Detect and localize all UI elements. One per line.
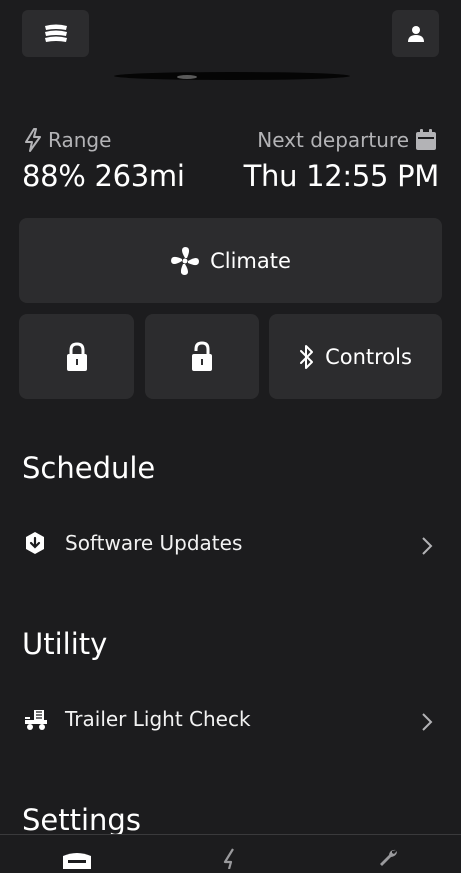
departure-value: Thu 12:55 PM [243, 159, 440, 193]
departure-label-row: Next departure [257, 128, 437, 152]
calendar-icon [416, 129, 436, 150]
unlock-icon [192, 340, 212, 371]
software-updates-label: Software Updates [65, 531, 243, 555]
profile-button[interactable] [392, 10, 439, 57]
vehicle-tab-icon [63, 853, 91, 869]
unlock-button[interactable] [145, 314, 259, 399]
vehicle-image [112, 68, 352, 80]
tab-charging[interactable] [210, 848, 250, 870]
departure-label: Next departure [257, 128, 409, 152]
trailer-light-check-row[interactable]: Trailer Light Check [0, 699, 461, 743]
service-tab-icon [380, 849, 397, 866]
controls-label: Controls [325, 344, 412, 369]
bottom-nav [0, 834, 461, 870]
charging-tab-icon [223, 848, 234, 870]
trailer-light-check-label: Trailer Light Check [65, 707, 251, 731]
utility-section-title: Utility [22, 627, 108, 661]
person-icon [407, 25, 424, 42]
range-label: Range [48, 128, 112, 152]
lock-button[interactable] [19, 314, 134, 399]
lock-icon [66, 341, 87, 371]
vehicle-menu-icon [44, 24, 67, 42]
fan-icon [171, 246, 200, 275]
tab-service[interactable] [368, 848, 408, 869]
bottom-nav-divider [0, 834, 461, 835]
controls-button[interactable]: Controls [269, 314, 442, 399]
tab-vehicle[interactable] [55, 848, 99, 869]
climate-button[interactable]: Climate [19, 218, 442, 303]
range-value: 88% 263mi [22, 159, 185, 193]
software-updates-row[interactable]: Software Updates [0, 523, 461, 567]
trailer-icon [25, 710, 47, 730]
settings-section-title: Settings [22, 803, 141, 837]
range-label-row: Range [24, 128, 111, 152]
schedule-section-title: Schedule [22, 451, 156, 485]
climate-label: Climate [210, 248, 291, 273]
chevron-right-icon [422, 713, 433, 731]
software-update-icon [26, 532, 44, 554]
chevron-right-icon [422, 537, 433, 555]
bluetooth-icon [300, 344, 314, 369]
bolt-icon [25, 128, 41, 152]
vehicle-menu-button[interactable] [22, 10, 89, 57]
